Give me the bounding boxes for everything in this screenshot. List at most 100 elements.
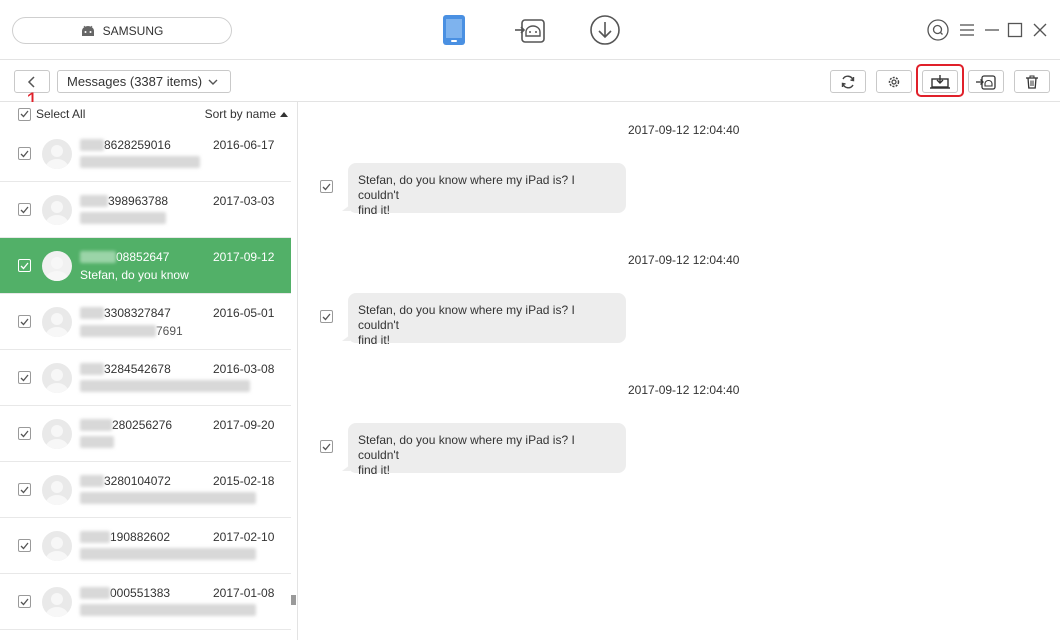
check-icon <box>20 318 29 325</box>
check-icon <box>20 598 29 605</box>
sort-button[interactable]: Sort by name <box>205 107 288 121</box>
phone-suffix: 08852647 <box>116 250 170 264</box>
phone-suffix: 3308327847 <box>104 306 171 320</box>
item-checkbox[interactable] <box>18 371 31 384</box>
avatar <box>42 587 72 617</box>
scrollbar-thumb[interactable] <box>291 595 296 605</box>
check-icon <box>20 150 29 157</box>
phone-manager-icon[interactable] <box>434 11 474 49</box>
conversation-pane: 2017-09-12 12:04:40 Stefan, do you know … <box>298 102 1060 640</box>
message-preview <box>80 380 250 392</box>
list-item[interactable]: 398963788 2017-03-03 <box>0 182 291 238</box>
message-bubble: Stefan, do you know where my iPad is? I … <box>342 163 626 217</box>
item-checkbox[interactable] <box>18 203 31 216</box>
message-date: 2016-03-08 <box>213 362 275 376</box>
message-text-line: Stefan, do you know where my iPad is? I … <box>358 433 575 462</box>
message-checkbox[interactable] <box>320 180 333 193</box>
redacted-text <box>80 325 156 337</box>
redacted-text <box>80 531 110 543</box>
message-date: 2017-02-10 <box>213 530 275 544</box>
list-item[interactable]: 8628259016 2016-06-17 <box>0 126 291 182</box>
list-item[interactable]: 3284542678 2016-03-08 <box>0 350 291 406</box>
title-bar: SAMSUNG <box>0 0 1060 60</box>
message-preview: 7691 <box>80 324 183 338</box>
avatar <box>42 419 72 449</box>
search-icon[interactable] <box>926 18 950 42</box>
contact-number: 190882602 <box>80 530 170 544</box>
delete-button[interactable] <box>1014 70 1050 93</box>
item-checkbox[interactable] <box>18 427 31 440</box>
contact-number: 280256276 <box>80 418 172 432</box>
avatar <box>42 363 72 393</box>
message-row: Stefan, do you know where my iPad is? I … <box>320 163 640 217</box>
phone-suffix: 000551383 <box>110 586 171 600</box>
close-icon[interactable] <box>1028 18 1052 42</box>
redacted-text <box>80 436 114 448</box>
message-checkbox[interactable] <box>320 310 333 323</box>
message-bubble: Stefan, do you know where my iPad is? I … <box>342 423 626 477</box>
message-row: Stefan, do you know where my iPad is? I … <box>320 293 640 347</box>
select-all-checkbox[interactable]: Select All <box>18 107 85 121</box>
avatar <box>42 531 72 561</box>
redacted-text <box>80 587 110 599</box>
message-row: Stefan, do you know where my iPad is? I … <box>320 423 640 477</box>
delete-icon <box>1026 75 1038 89</box>
contact-number: 398963788 <box>80 194 168 208</box>
list-item[interactable]: 3280104072 2015-02-18 <box>0 462 291 518</box>
settings-button[interactable] <box>876 70 912 93</box>
transfer-to-device-button[interactable] <box>968 70 1004 93</box>
redacted-text <box>80 475 104 487</box>
message-checkbox[interactable] <box>320 440 333 453</box>
avatar <box>42 307 72 337</box>
check-icon <box>20 110 29 118</box>
transfer-to-device-icon <box>976 74 996 90</box>
redacted-text <box>80 307 104 319</box>
device-selector-button[interactable]: SAMSUNG <box>12 17 232 44</box>
list-item-selected[interactable]: 08852647 2017-09-12 Stefan, do you know <box>0 238 291 294</box>
refresh-button[interactable] <box>830 70 866 93</box>
message-timestamp: 2017-09-12 12:04:40 <box>628 253 740 267</box>
list-item[interactable]: 190882602 2017-02-10 <box>0 518 291 574</box>
message-preview <box>80 436 114 448</box>
select-all-box[interactable] <box>18 107 31 121</box>
check-icon <box>20 430 29 437</box>
item-checkbox[interactable] <box>18 315 31 328</box>
minimize-icon[interactable] <box>980 18 1004 42</box>
contact-number: 3308327847 <box>80 306 171 320</box>
maximize-icon[interactable] <box>1003 18 1027 42</box>
item-checkbox[interactable] <box>18 147 31 160</box>
avatar <box>42 139 72 169</box>
category-label: Messages (3387 items) <box>67 74 203 89</box>
message-text-line: Stefan, do you know where my iPad is? I … <box>358 173 575 202</box>
phone-suffix: 3284542678 <box>104 362 171 376</box>
message-date: 2017-09-20 <box>213 418 275 432</box>
category-dropdown[interactable]: Messages (3387 items) <box>57 70 231 93</box>
redacted-text <box>80 195 108 207</box>
list-item[interactable]: 000551383 2017-01-08 <box>0 574 291 630</box>
message-preview <box>80 604 256 616</box>
item-checkbox[interactable] <box>18 539 31 552</box>
list-item[interactable]: 280256276 2017-09-20 <box>0 406 291 462</box>
download-icon[interactable] <box>585 11 625 49</box>
redacted-text <box>80 212 166 224</box>
android-mover-icon[interactable] <box>510 11 550 49</box>
item-checkbox[interactable] <box>18 595 31 608</box>
item-checkbox[interactable] <box>18 259 31 272</box>
message-text-line: find it! <box>358 463 391 477</box>
android-icon <box>81 25 95 37</box>
settings-icon <box>888 76 900 87</box>
toolbar: Messages (3387 items) <box>0 60 1060 102</box>
refresh-icon <box>841 75 855 88</box>
contact-number: 3284542678 <box>80 362 171 376</box>
check-icon <box>322 443 331 450</box>
menu-icon[interactable] <box>955 18 979 42</box>
message-date: 2016-06-17 <box>213 138 275 152</box>
list-item[interactable]: 3308327847 2016-05-01 7691 <box>0 294 291 350</box>
check-icon <box>20 542 29 549</box>
contact-number: 8628259016 <box>80 138 171 152</box>
redacted-text <box>80 251 116 263</box>
message-date: 2015-02-18 <box>213 474 275 488</box>
message-bubble: Stefan, do you know where my iPad is? I … <box>342 293 626 347</box>
redacted-text <box>80 156 200 168</box>
item-checkbox[interactable] <box>18 483 31 496</box>
